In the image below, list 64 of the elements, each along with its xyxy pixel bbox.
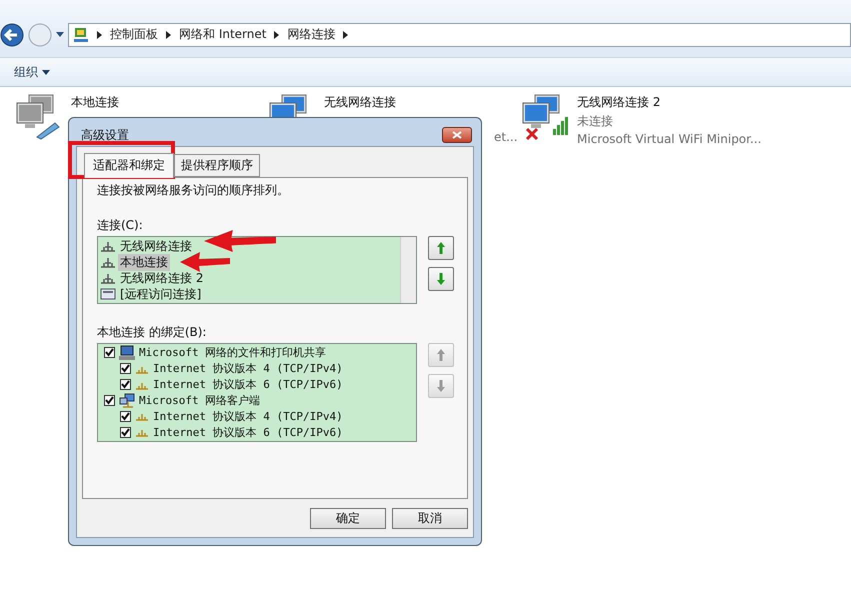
dialog-title: 高级设置 <box>81 126 129 144</box>
description-text: 连接按被网络服务访问的顺序排列。 <box>97 182 290 199</box>
chevron-icon <box>97 30 102 38</box>
control-panel-icon <box>73 26 89 42</box>
ok-button[interactable]: 确定 <box>310 508 386 529</box>
modem-icon <box>100 287 116 301</box>
close-button[interactable] <box>442 127 472 143</box>
adapter-name: et... <box>494 130 518 144</box>
address-bar[interactable]: 控制面板 网络和 Internet 网络连接 <box>68 22 851 46</box>
connection-status: 未连接 <box>577 113 614 130</box>
adapter-name: Microsoft Virtual WiFi Minipor... <box>577 132 762 146</box>
connection-item[interactable]: 无线网络连接 2 <box>118 270 206 286</box>
connection-item[interactable]: 无线网络连接 <box>118 238 194 254</box>
connection-item[interactable]: [远程访问连接] <box>118 286 204 302</box>
breadcrumb[interactable]: 网络和 Internet <box>179 26 266 43</box>
connection-list[interactable]: 无线网络连接 本地连接 无线网络连接 2 [远程访问连接] <box>97 236 417 304</box>
checkbox[interactable] <box>120 410 131 422</box>
connection-item[interactable]: 本地连接 <box>118 254 170 270</box>
protocol-icon <box>135 411 149 422</box>
network-icon <box>100 271 116 285</box>
move-down-icon <box>436 379 446 393</box>
checkbox[interactable] <box>104 394 115 406</box>
back-icon[interactable] <box>0 22 24 46</box>
scrollbar[interactable] <box>400 237 416 303</box>
bindings-label: 本地连接 的绑定(B): <box>97 324 206 341</box>
cancel-button[interactable]: 取消 <box>392 508 468 529</box>
binding-label: Internet 协议版本 6 (TCP/IPv6) <box>153 377 343 392</box>
checkbox[interactable] <box>104 347 115 358</box>
tab[interactable]: 提供程序顺序 <box>174 154 260 177</box>
bindings-list[interactable]: Microsoft 网络的文件和打印机共享 Internet 协议版本 4 (TCP/IPv4) Internet 协议版本 6 (TCP/IPv6) Microsoft 网络客户端 Internet 协议版本 4 (TCP/IPv4) Internet 协议版本 6 (TCP/IPv6) <box>97 343 417 442</box>
binding-label: Internet 协议版本 6 (TCP/IPv6) <box>153 424 343 440</box>
organize-menu[interactable]: 组织 <box>12 62 52 82</box>
network-computers-icon <box>119 392 135 408</box>
computers-icon <box>522 94 560 128</box>
network-icon <box>100 255 116 269</box>
computers-icon <box>16 94 60 140</box>
checkbox[interactable] <box>120 379 131 390</box>
move-up-icon <box>436 348 446 362</box>
caret-icon <box>42 70 50 74</box>
chevron-icon <box>274 30 280 38</box>
computer-icon <box>119 345 135 360</box>
protocol-icon <box>135 427 149 438</box>
binding-label: Internet 协议版本 4 (TCP/IPv4) <box>153 408 343 424</box>
connections-label: 连接(C): <box>97 217 143 234</box>
chevron-icon <box>343 30 348 38</box>
checkbox[interactable] <box>120 426 131 438</box>
breadcrumb[interactable]: 网络连接 <box>287 26 336 43</box>
checkbox[interactable] <box>120 363 131 374</box>
binding-label: Microsoft 网络客户端 <box>139 392 260 408</box>
connection-name[interactable]: 无线网络连接 2 <box>577 94 762 111</box>
dropdown-icon[interactable] <box>56 32 64 38</box>
close-icon <box>452 131 462 139</box>
connection-name[interactable]: 本地连接 <box>71 94 119 111</box>
binding-label: Microsoft 网络的文件和打印机共享 <box>139 345 326 360</box>
breadcrumb[interactable]: 控制面板 <box>110 26 158 43</box>
move-down-button[interactable] <box>428 267 454 291</box>
move-up-button[interactable] <box>428 236 454 260</box>
move-up-icon <box>436 241 446 255</box>
binding-label: Internet 协议版本 4 (TCP/IPv4) <box>153 361 343 376</box>
connection-name[interactable]: 无线网络连接 <box>324 94 518 111</box>
chevron-icon <box>166 30 171 38</box>
move-down-icon <box>436 272 446 286</box>
tab[interactable]: 适配器和绑定 <box>84 153 174 178</box>
network-icon <box>100 239 116 253</box>
